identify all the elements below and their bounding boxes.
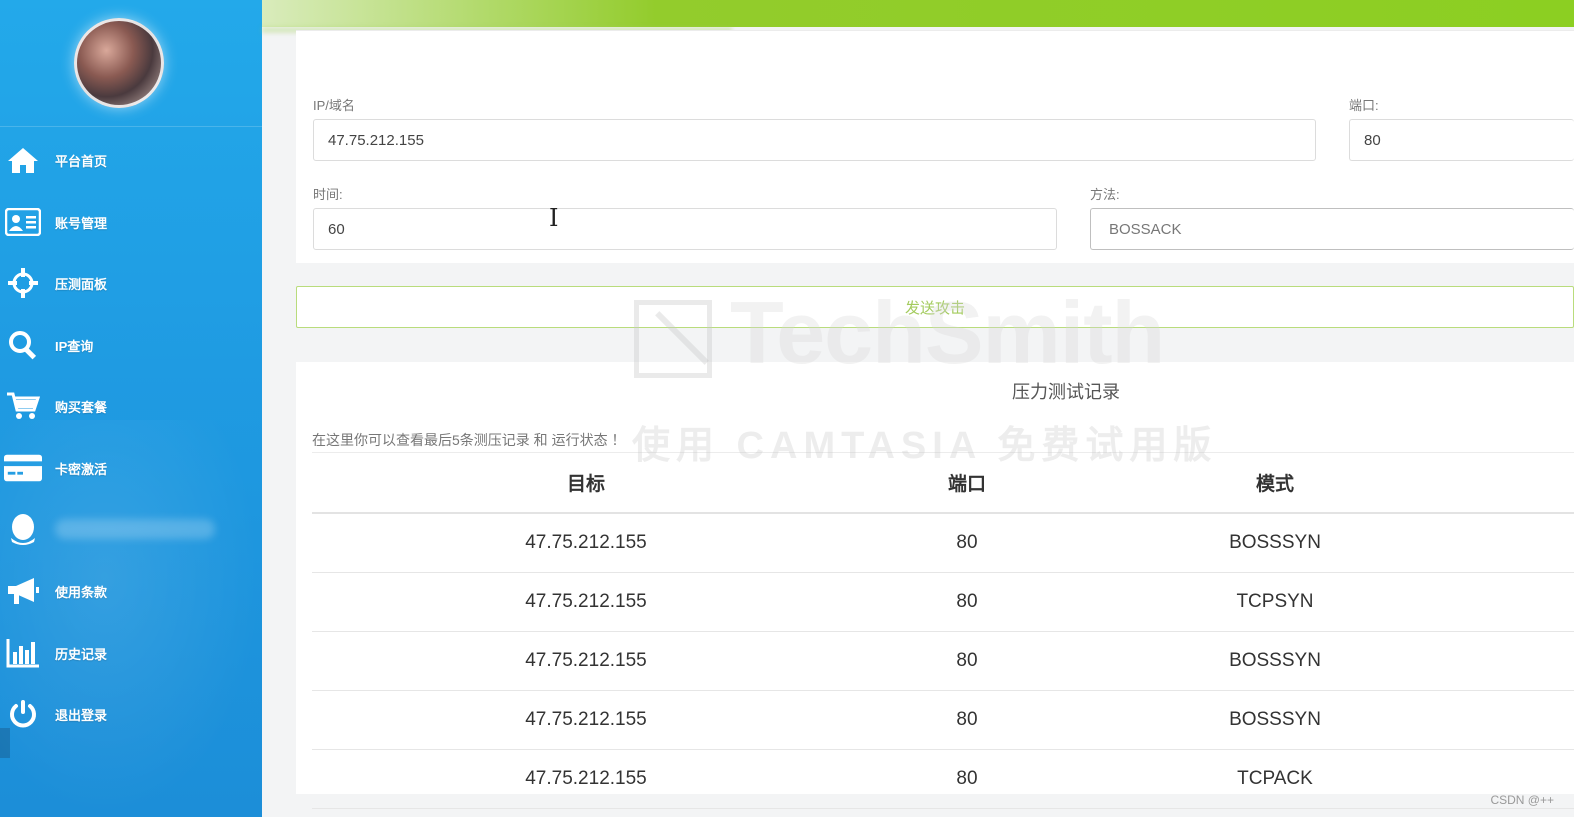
time-label: 时间:: [313, 187, 343, 202]
sidebar-item-label: 账号管理: [55, 215, 108, 231]
cell-mode: BOSSSYN: [1074, 631, 1476, 691]
sidebar-item-label: 卡密激活: [55, 461, 108, 477]
method-select[interactable]: BOSSACK: [1090, 208, 1574, 250]
sidebar-item-logout[interactable]: 退出登录: [0, 688, 262, 740]
blurred-contact: [55, 519, 215, 539]
cell-port: 80: [860, 513, 1074, 573]
text-cursor-icon: I: [549, 204, 559, 232]
sidebar-toggle-handle[interactable]: [0, 728, 10, 758]
sidebar-item-label: 使用条款: [55, 584, 108, 600]
credit-card-icon: [4, 449, 42, 487]
method-label: 方法:: [1090, 187, 1120, 202]
sidebar-item-buy-plan[interactable]: 购买套餐: [0, 380, 262, 432]
cart-icon: [4, 387, 42, 425]
attack-form-card: IP/域名 47.75.212.155 端口: 80 时间: 60 方法: BO…: [296, 30, 1574, 263]
records-title: 压力测试记录: [1012, 382, 1120, 402]
time-input[interactable]: 60: [313, 208, 1057, 250]
megaphone-icon: [4, 572, 42, 610]
sidebar-item-home[interactable]: 平台首页: [0, 134, 262, 186]
column-header-extra: [1476, 452, 1574, 514]
cell-extra: [1476, 572, 1574, 632]
home-icon: [4, 141, 42, 179]
sidebar: 平台首页 账号管理 压测面板 IP查询 购买套餐 卡密激活 使用条款 历史记录 …: [0, 0, 262, 817]
table-row: 47.75.212.155 80 BOSSSYN: [312, 513, 1574, 573]
sidebar-header: [0, 0, 262, 127]
sidebar-item-stress-panel[interactable]: 压测面板: [0, 257, 262, 309]
sidebar-item-label: 历史记录: [55, 646, 108, 662]
cell-mode: BOSSSYN: [1074, 513, 1476, 573]
sidebar-item-label: 退出登录: [55, 707, 108, 723]
column-header-mode: 模式: [1074, 452, 1476, 514]
cell-target: 47.75.212.155: [312, 513, 860, 573]
sidebar-item-label: IP查询: [55, 338, 94, 354]
sidebar-item-history[interactable]: 历史记录: [0, 627, 262, 679]
sidebar-item-terms[interactable]: 使用条款: [0, 565, 262, 617]
column-header-port: 端口: [860, 452, 1074, 514]
avatar[interactable]: [74, 18, 164, 108]
table-header-row: 目标 端口 模式: [312, 452, 1574, 514]
sidebar-item-label: 平台首页: [55, 153, 108, 169]
records-table: 目标 端口 模式 47.75.212.155 80 BOSSSYN 47.75.…: [312, 452, 1574, 809]
cell-extra: [1476, 513, 1574, 573]
cell-mode: TCPSYN: [1074, 572, 1476, 632]
id-card-icon: [4, 203, 42, 241]
cell-target: 47.75.212.155: [312, 690, 860, 750]
cell-target: 47.75.212.155: [312, 631, 860, 691]
table-row: 47.75.212.155 80 TCPACK: [312, 749, 1574, 809]
cell-extra: [1476, 631, 1574, 691]
top-progress-bar: [262, 0, 1574, 27]
qq-icon: [4, 510, 42, 548]
search-icon: [4, 326, 42, 364]
records-subtitle: 在这里你可以查看最后5条测压记录 和 运行状态 ！: [312, 432, 626, 448]
cell-port: 80: [860, 749, 1074, 809]
sidebar-item-card-activate[interactable]: 卡密激活: [0, 442, 262, 494]
cell-port: 80: [860, 572, 1074, 632]
table-row: 47.75.212.155 80 TCPSYN: [312, 572, 1574, 632]
records-card: 压力测试记录 在这里你可以查看最后5条测压记录 和 运行状态 ！ 目标 端口 模…: [296, 362, 1574, 809]
cell-extra: [1476, 690, 1574, 750]
cell-port: 80: [860, 690, 1074, 750]
send-attack-button[interactable]: 发送攻击: [296, 286, 1574, 328]
port-label: 端口:: [1349, 98, 1379, 113]
sidebar-item-qq[interactable]: [0, 503, 262, 555]
cell-mode: TCPACK: [1074, 749, 1476, 809]
port-input[interactable]: 80: [1349, 119, 1574, 161]
column-header-target: 目标: [312, 452, 860, 514]
ip-label: IP/域名: [313, 98, 355, 113]
cell-target: 47.75.212.155: [312, 749, 860, 809]
sidebar-item-label: 压测面板: [55, 276, 108, 292]
cell-port: 80: [860, 631, 1074, 691]
table-row: 47.75.212.155 80 BOSSSYN: [312, 690, 1574, 750]
sidebar-item-ip-query[interactable]: IP查询: [0, 319, 262, 371]
sidebar-item-account[interactable]: 账号管理: [0, 196, 262, 248]
bar-chart-icon: [4, 634, 42, 672]
cell-target: 47.75.212.155: [312, 572, 860, 632]
table-row: 47.75.212.155 80 BOSSSYN: [312, 631, 1574, 691]
ip-input[interactable]: 47.75.212.155: [313, 119, 1316, 161]
sidebar-item-label: 购买套餐: [55, 399, 108, 415]
cell-mode: BOSSSYN: [1074, 690, 1476, 750]
crosshair-icon: [4, 264, 42, 302]
csdn-credit: CSDN @++: [1490, 793, 1554, 807]
